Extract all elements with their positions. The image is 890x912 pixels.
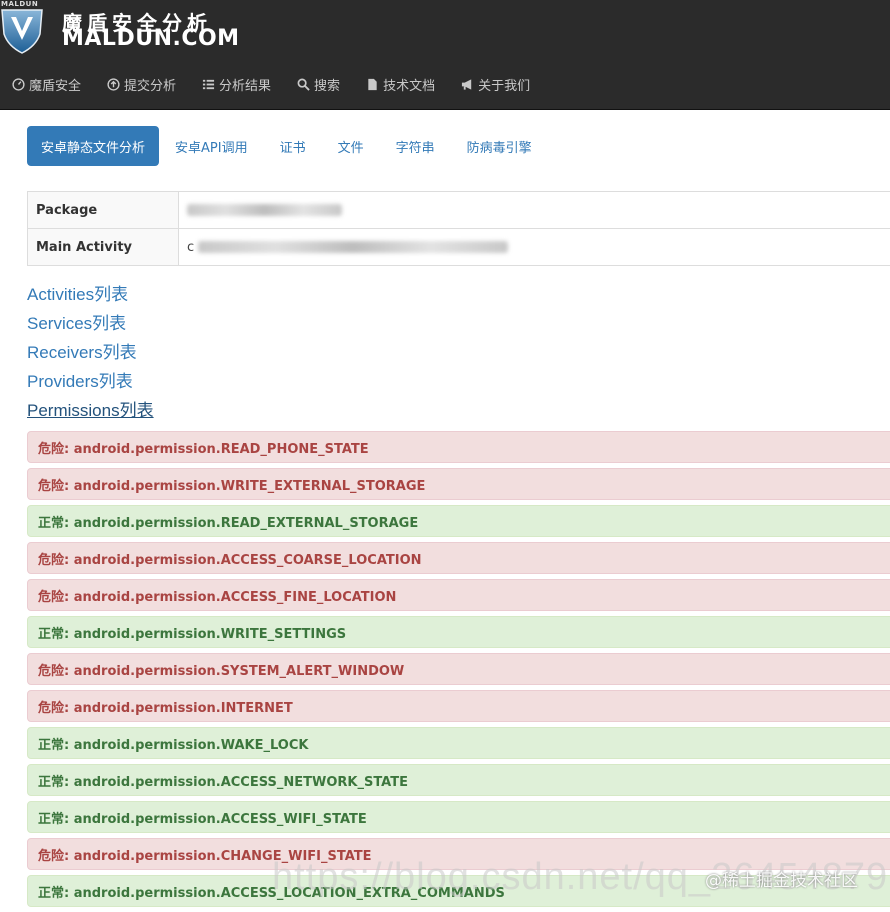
info-value-main-activity: c: [178, 228, 890, 266]
shield-icon: [1, 9, 43, 54]
info-value-package: [178, 191, 890, 229]
nav-label: 关于我们: [478, 78, 531, 94]
tab-strings[interactable]: 字符串: [380, 126, 451, 166]
analysis-tabs: 安卓静态文件分析 安卓API调用 证书 文件 字符串 防病毒引擎: [27, 126, 548, 166]
logo-small-text: MALDUN: [1, 0, 39, 8]
top-navbar: MALDUN 魔盾安全分析 MALDUN.COM 魔盾安全 提交分析 分析结果 …: [0, 0, 890, 110]
app-info-table: Package Main Activity c: [27, 191, 890, 266]
link-permissions[interactable]: Permissions列表: [27, 398, 154, 427]
permission-alert-danger: 危险: android.permission.ACCESS_COARSE_LOC…: [27, 542, 890, 574]
nav-label: 提交分析: [124, 78, 177, 94]
main-nav: 魔盾安全 提交分析 分析结果 搜索 技术文档 关于我们: [0, 72, 556, 96]
nav-item-docs[interactable]: 技术文档: [366, 72, 435, 96]
redacted-value: [198, 241, 509, 253]
permission-alert-success: 正常: android.permission.ACCESS_WIFI_STATE: [27, 801, 890, 833]
megaphone-icon: [462, 78, 472, 90]
permission-alert-danger: 危险: android.permission.INTERNET: [27, 690, 890, 722]
link-activities[interactable]: Activities列表: [27, 282, 154, 311]
nav-label: 技术文档: [383, 78, 436, 94]
tab-android-api[interactable]: 安卓API调用: [159, 126, 264, 166]
permission-alert-danger: 危险: android.permission.WRITE_EXTERNAL_ST…: [27, 468, 890, 500]
table-row: Main Activity c: [27, 228, 890, 266]
redacted-value: [187, 204, 342, 216]
brand-name-en: MALDUN.COM: [62, 26, 240, 51]
nav-label: 魔盾安全: [29, 78, 82, 94]
tab-files[interactable]: 文件: [322, 126, 380, 166]
dashboard-icon: [12, 77, 25, 91]
info-key-package: Package: [27, 191, 179, 229]
nav-item-search[interactable]: 搜索: [297, 72, 340, 96]
nav-item-about[interactable]: 关于我们: [461, 72, 530, 96]
link-services[interactable]: Services列表: [27, 311, 154, 340]
nav-item-submit[interactable]: 提交分析: [107, 72, 176, 96]
tab-android-static[interactable]: 安卓静态文件分析: [27, 126, 160, 166]
link-providers[interactable]: Providers列表: [27, 369, 154, 398]
nav-item-results[interactable]: 分析结果: [202, 72, 271, 96]
permission-list: 危险: android.permission.READ_PHONE_STATE 危…: [27, 431, 890, 912]
list-icon: [202, 79, 215, 89]
document-icon: [368, 78, 377, 90]
link-receivers[interactable]: Receivers列表: [27, 340, 154, 369]
permission-alert-danger: 危险: android.permission.SYSTEM_ALERT_WIND…: [27, 653, 890, 685]
upload-icon: [107, 77, 120, 91]
tab-antivirus[interactable]: 防病毒引擎: [451, 126, 548, 166]
table-row: Package: [27, 191, 890, 229]
section-links: Activities列表 Services列表 Receivers列表 Prov…: [27, 282, 154, 427]
maldun-logo[interactable]: MALDUN: [0, 0, 44, 54]
permission-alert-success: 正常: android.permission.WAKE_LOCK: [27, 727, 890, 759]
permission-alert-success: 正常: android.permission.READ_EXTERNAL_STO…: [27, 505, 890, 537]
watermark-brand: @稀土掘金技术社区: [705, 871, 858, 891]
nav-item-home[interactable]: 魔盾安全: [12, 72, 81, 96]
permission-alert-success: 正常: android.permission.ACCESS_NETWORK_ST…: [27, 764, 890, 796]
tab-certificate[interactable]: 证书: [264, 126, 322, 166]
permission-alert-success: 正常: android.permission.WRITE_SETTINGS: [27, 616, 890, 648]
nav-label: 分析结果: [219, 78, 272, 94]
search-icon: [297, 78, 310, 91]
nav-label: 搜索: [314, 78, 341, 94]
permission-alert-danger: 危险: android.permission.ACCESS_FINE_LOCAT…: [27, 579, 890, 611]
permission-alert-danger: 危险: android.permission.READ_PHONE_STATE: [27, 431, 890, 463]
info-key-main-activity: Main Activity: [27, 228, 179, 266]
